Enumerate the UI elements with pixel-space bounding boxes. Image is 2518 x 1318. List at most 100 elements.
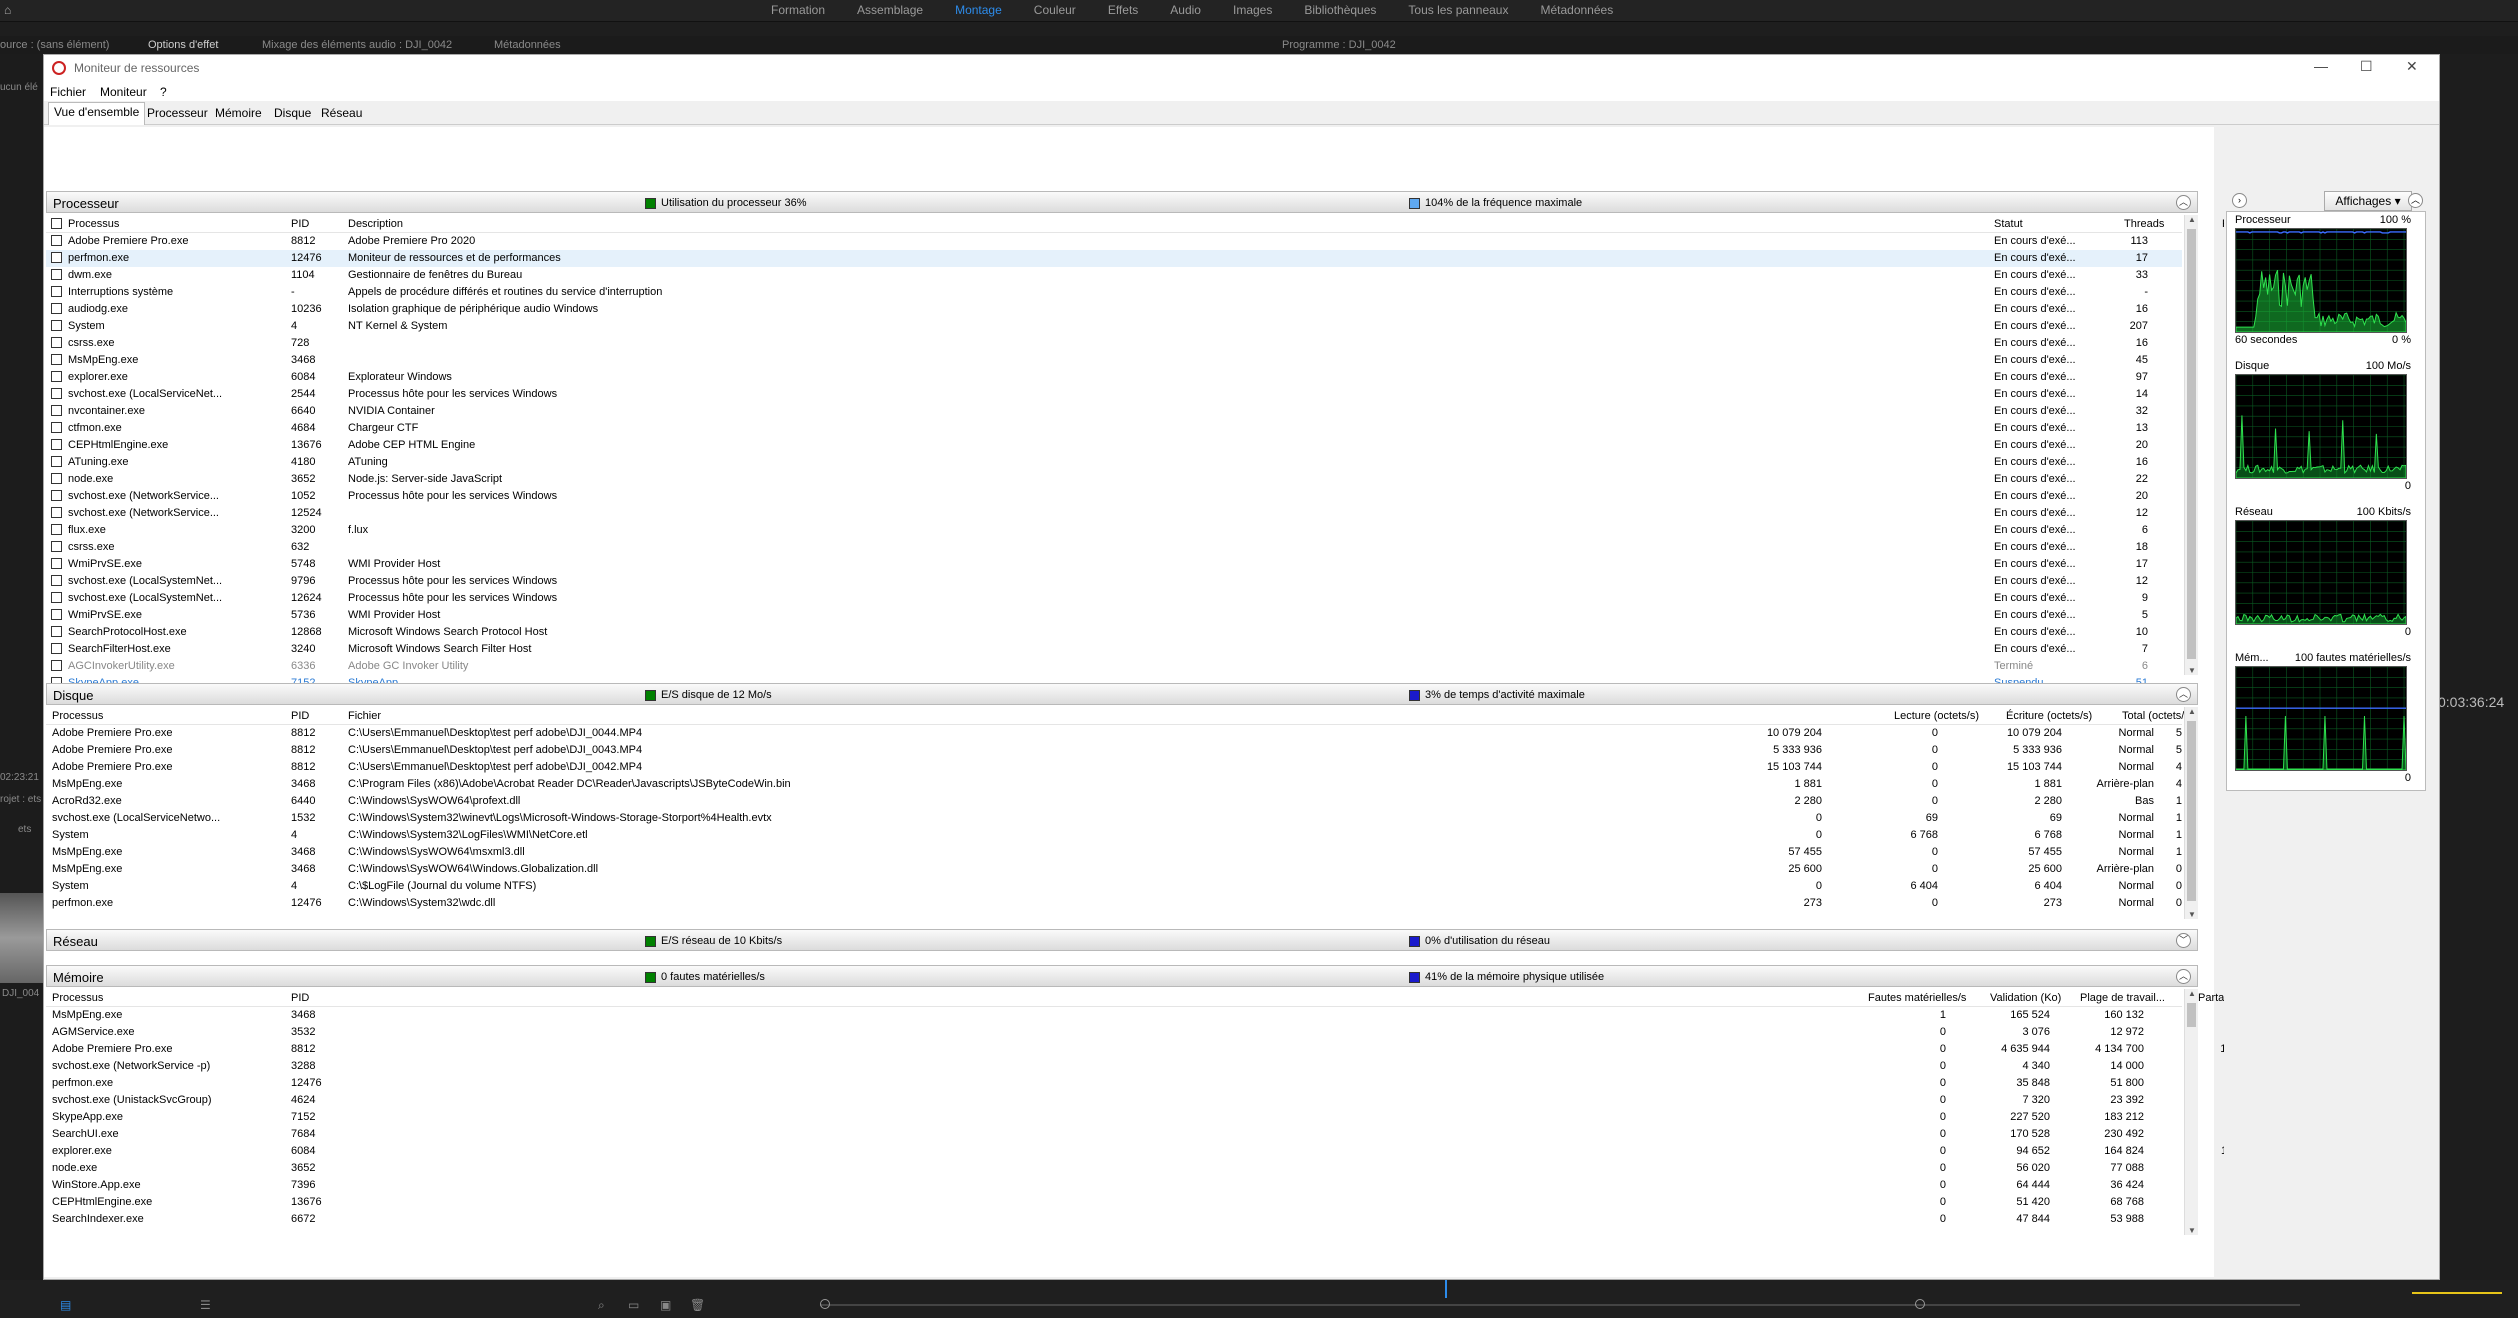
table-row[interactable]: CEPHtmlEngine.exe13676051 42068 76836 59… [46, 1194, 2368, 1211]
table-row[interactable]: svchost.exe (LocalServiceNet... 2544 Proce… [46, 386, 2370, 403]
disk-scrollbar[interactable]: ▲ ▼ [2184, 707, 2198, 919]
search-icon[interactable]: ⌕ [598, 1298, 605, 1313]
row-checkbox[interactable] [51, 422, 62, 433]
scroll-thumb[interactable] [2187, 229, 2196, 659]
table-row[interactable]: perfmon.exe 12476 Moniteur de ressources e… [46, 250, 2370, 267]
workspace-tab[interactable]: Tous les panneaux [1392, 0, 1524, 22]
views-button[interactable]: Affichages ▾ [2324, 191, 2412, 211]
row-checkbox[interactable] [51, 558, 62, 569]
close-icon[interactable]: ✕ [2406, 58, 2418, 75]
column-header[interactable]: PID [291, 218, 309, 230]
select-all-checkbox[interactable] [51, 218, 62, 229]
table-row[interactable]: MsMpEng.exe34681165 524160 13240 588119 … [46, 1007, 2368, 1024]
column-header[interactable]: PID [291, 992, 309, 1004]
scroll-thumb[interactable] [2187, 721, 2196, 901]
scroll-handle-left[interactable] [820, 1299, 830, 1309]
trash-icon[interactable]: 🗑 [690, 1298, 705, 1312]
table-row[interactable]: CEPHtmlEngine.exe 13676 Adobe CEP HTML Eng… [46, 437, 2370, 454]
column-header[interactable]: Écriture (octets/s) [2006, 710, 2092, 722]
table-row[interactable]: AcroRd32.exe 6440 C:\Windows\SysWOW64\prof… [46, 793, 2182, 810]
table-row[interactable]: ctfmon.exe 4684 Chargeur CTF En cours d'exé… [46, 420, 2370, 437]
table-row[interactable]: svchost.exe (NetworkService... 1052 Proces… [46, 488, 2370, 505]
row-checkbox[interactable] [51, 354, 62, 365]
row-checkbox[interactable] [51, 626, 62, 637]
table-row[interactable]: Adobe Premiere Pro.exe 8812 C:\Users\Emman… [46, 725, 2182, 742]
workspace-tab[interactable]: Métadonnées [1524, 0, 1629, 22]
table-row[interactable]: svchost.exe (LocalSystemNet... 12624 Proce… [46, 590, 2370, 607]
table-row[interactable]: Interruptions système - Appels de procédur… [46, 284, 2370, 301]
memory-section-header[interactable]: Mémoire 0 fautes matérielles/s 41% de la… [46, 965, 2198, 987]
scroll-down-icon[interactable]: ▼ [2185, 666, 2199, 675]
toggle-pane-icon[interactable]: › [2232, 193, 2247, 208]
table-row[interactable]: WmiPrvSE.exe 5748 WMI Provider Host En cour… [46, 556, 2370, 573]
row-checkbox[interactable] [51, 371, 62, 382]
table-row[interactable]: Adobe Premiere Pro.exe 8812 Adobe Premiere… [46, 233, 2370, 250]
disk-section-header[interactable]: Disque E/S disque de 12 Mo/s 3% de temps… [46, 683, 2198, 705]
collapse-memory-icon[interactable]: ︿ [2176, 969, 2191, 984]
row-checkbox[interactable] [51, 388, 62, 399]
collapse-graphs-icon[interactable]: ︿ [2408, 193, 2423, 208]
row-checkbox[interactable] [51, 269, 62, 280]
scroll-up-icon[interactable]: ▲ [2185, 989, 2199, 998]
row-checkbox[interactable] [51, 541, 62, 552]
table-row[interactable]: System 4 C:\$LogFile (Journal du volume NT… [46, 878, 2182, 895]
folder-icon[interactable]: ▭ [628, 1298, 639, 1312]
expand-network-icon[interactable]: ﹀ [2176, 933, 2191, 948]
column-header[interactable]: Lecture (octets/s) [1894, 710, 1979, 722]
cpu-section-header[interactable]: Processeur Utilisation du processeur 36%… [46, 191, 2198, 213]
workspace-tab[interactable]: Formation [755, 0, 841, 22]
workspace-tab[interactable]: Couleur [1018, 0, 1092, 22]
table-row[interactable]: audiodg.exe 10236 Isolation graphique de p… [46, 301, 2370, 318]
home-icon[interactable]: ⌂ [4, 3, 17, 17]
menu-moniteur[interactable]: Moniteur [100, 85, 147, 99]
table-row[interactable]: perfmon.exe12476035 84851 80017 68434 11… [46, 1075, 2368, 1092]
column-header[interactable]: Validation (Ko) [1990, 992, 2061, 1004]
column-header[interactable]: Threads [2124, 218, 2164, 230]
row-checkbox[interactable] [51, 456, 62, 467]
row-checkbox[interactable] [51, 252, 62, 263]
scroll-up-icon[interactable]: ▲ [2185, 707, 2199, 716]
table-row[interactable]: Adobe Premiere Pro.exe 8812 0 4 635 944 4 13… [46, 1041, 2368, 1058]
workspace-tab[interactable]: Images [1217, 0, 1288, 22]
workspace-tab[interactable]: Bibliothèques [1288, 0, 1392, 22]
row-checkbox[interactable] [51, 592, 62, 603]
table-row[interactable]: SearchUI.exe76840170 528230 49296 544133… [46, 1126, 2368, 1143]
table-row[interactable]: node.exe 3652 Node.js: Server-side JavaScr… [46, 471, 2370, 488]
new-item-icon[interactable]: ▣ [660, 1298, 671, 1312]
column-header[interactable]: Description [348, 218, 403, 230]
workspace-tab[interactable]: Assemblage [841, 0, 939, 22]
tab-cpu[interactable]: Processeur [142, 104, 213, 124]
row-checkbox[interactable] [51, 490, 62, 501]
table-row[interactable]: explorer.exe 6084 Explorateur Windows En co… [46, 369, 2370, 386]
row-checkbox[interactable] [51, 439, 62, 450]
source-panel-tab[interactable]: ource : (sans élément) [0, 39, 109, 51]
column-header[interactable]: Processus [68, 218, 119, 230]
table-row[interactable]: svchost.exe (NetworkService -p) 3288 0 4 34… [46, 1058, 2368, 1075]
row-checkbox[interactable] [51, 575, 62, 586]
tab-overview[interactable]: Vue d'ensemble [48, 102, 146, 125]
column-header[interactable]: Processus [52, 710, 103, 722]
clip-thumbnail[interactable] [0, 893, 44, 983]
scroll-thumb[interactable] [2187, 1003, 2196, 1027]
table-row[interactable]: Adobe Premiere Pro.exe 8812 C:\Users\Emman… [46, 742, 2182, 759]
menu-fichier[interactable]: Fichier [50, 85, 86, 99]
column-header[interactable]: Statut [1994, 218, 2023, 230]
table-row[interactable]: SearchProtocolHost.exe 12868 Microsoft Win… [46, 624, 2370, 641]
row-checkbox[interactable] [51, 303, 62, 314]
tab-memory[interactable]: Mémoire [210, 104, 267, 124]
row-checkbox[interactable] [51, 609, 62, 620]
table-row[interactable]: ATuning.exe 4180 ATuning En cours d'exé... 1… [46, 454, 2370, 471]
table-row[interactable]: MsMpEng.exe 3468 C:\Program Files (x86)\Ad… [46, 776, 2182, 793]
column-header[interactable]: Processus [52, 992, 103, 1004]
table-row[interactable]: System 4 C:\Windows\System32\LogFiles\WMI\… [46, 827, 2182, 844]
cpu-scrollbar[interactable]: ▲ ▼ [2184, 215, 2198, 675]
menu-help[interactable]: ? [160, 85, 167, 99]
table-row[interactable]: WinStore.App.exe7396064 44436 42431236 1… [46, 1177, 2368, 1194]
table-row[interactable]: explorer.exe6084094 652164 824110 81654 … [46, 1143, 2368, 1160]
workspace-tab[interactable]: Audio [1154, 0, 1217, 22]
row-checkbox[interactable] [51, 643, 62, 654]
table-row[interactable]: SkypeApp.exe71520227 520183 21233 704149… [46, 1109, 2368, 1126]
table-row[interactable]: Adobe Premiere Pro.exe 8812 C:\Users\Emman… [46, 759, 2182, 776]
maximize-icon[interactable]: ☐ [2360, 58, 2373, 75]
row-checkbox[interactable] [51, 507, 62, 518]
